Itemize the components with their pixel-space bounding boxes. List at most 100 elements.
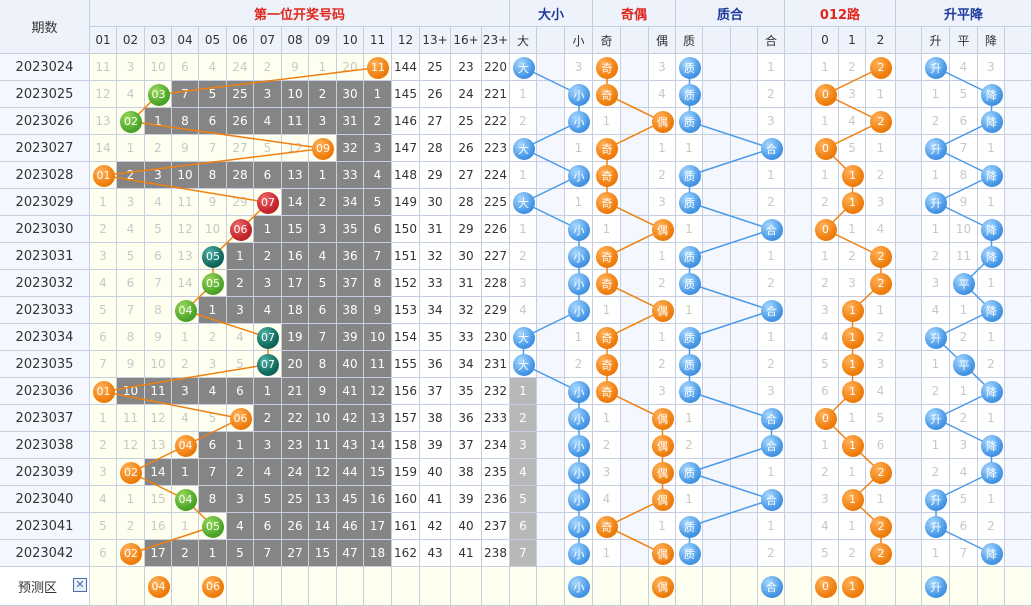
- prediction-ball: 合: [760, 575, 783, 598]
- spacer-cell: [537, 297, 565, 324]
- prediction-cell[interactable]: [227, 567, 254, 606]
- prime-cell-ball: 质: [678, 326, 701, 349]
- sub-column-header: 偶: [649, 27, 676, 54]
- spacer-cell: [537, 189, 565, 216]
- number-trend-cell: 45: [337, 486, 364, 513]
- number-trend-cell: 43: [420, 540, 451, 567]
- prediction-cell[interactable]: [117, 567, 145, 606]
- number-column-header: 02: [117, 27, 145, 54]
- prediction-cell[interactable]: [309, 567, 337, 606]
- prediction-cell[interactable]: [90, 567, 117, 606]
- number-trend-cell: 10: [117, 378, 145, 405]
- number-trend-cell: 5: [227, 540, 254, 567]
- prediction-cell[interactable]: [593, 567, 621, 606]
- parity-cell: 3: [649, 54, 676, 81]
- prediction-cell[interactable]: [364, 567, 392, 606]
- parity-cell: 3: [649, 378, 676, 405]
- prediction-cell[interactable]: [172, 567, 199, 606]
- spacer-cell: [1005, 297, 1032, 324]
- parity-cell-ball: 偶: [651, 110, 674, 133]
- spacer-cell: [731, 324, 758, 351]
- trend-cell-ball: 降: [980, 218, 1003, 241]
- number-trend-cell: 1: [309, 162, 337, 189]
- prediction-cell[interactable]: [1005, 567, 1032, 606]
- prediction-cell[interactable]: [482, 567, 510, 606]
- close-icon[interactable]: ✕: [73, 578, 87, 592]
- number-trend-cell: 11: [364, 351, 392, 378]
- period-cell: 2023041: [0, 513, 90, 540]
- trend-cell: 1: [922, 432, 950, 459]
- number-trend-cell: 4: [117, 216, 145, 243]
- number-trend-cell: 13: [282, 162, 309, 189]
- spacer-cell: [703, 513, 731, 540]
- prediction-cell[interactable]: [392, 567, 420, 606]
- prediction-cell[interactable]: [420, 567, 451, 606]
- prime-cell-ball: 质: [678, 461, 701, 484]
- prediction-cell[interactable]: [866, 567, 896, 606]
- size-cell: 3: [510, 432, 537, 459]
- number-trend-cell: 13: [172, 243, 199, 270]
- prediction-cell[interactable]: [254, 567, 282, 606]
- spacer-cell: [731, 351, 758, 378]
- number-trend-cell: 2: [90, 216, 117, 243]
- route-cell: 1: [866, 486, 896, 513]
- main-title: 第一位开奖号码: [90, 0, 510, 27]
- prediction-cell[interactable]: [676, 567, 703, 606]
- prediction-cell[interactable]: [282, 567, 309, 606]
- number-trend-cell: 10: [364, 324, 392, 351]
- spacer-cell: [785, 162, 812, 189]
- number-trend-cell: 6: [117, 270, 145, 297]
- spacer-cell: [621, 297, 649, 324]
- prime-cell-ball: 合: [760, 218, 783, 241]
- parity-cell-ball: 奇: [596, 515, 618, 538]
- number-trend-cell: 7: [90, 351, 117, 378]
- number-trend-cell: 2: [309, 189, 337, 216]
- trend-cell-ball: 降: [980, 110, 1003, 133]
- prediction-ball: 06: [202, 575, 224, 598]
- parity-cell: 1: [593, 216, 621, 243]
- prediction-cell[interactable]: [537, 567, 565, 606]
- prediction-ball: 升: [925, 575, 947, 598]
- number-trend-cell: 13: [364, 405, 392, 432]
- spacer-cell: [537, 270, 565, 297]
- prediction-cell[interactable]: [896, 567, 922, 606]
- trend-cell: 1: [922, 216, 950, 243]
- prediction-cell[interactable]: [978, 567, 1005, 606]
- spacer-cell: [731, 162, 758, 189]
- number-trend-cell: 4: [254, 297, 282, 324]
- trend-cell-ball: 平: [953, 353, 975, 376]
- spacer-cell: [703, 162, 731, 189]
- prediction-cell[interactable]: [337, 567, 364, 606]
- trend-cell-ball: 升: [925, 515, 947, 538]
- number-trend-cell: 27: [227, 135, 254, 162]
- number-trend-cell: 38: [337, 297, 364, 324]
- number-trend-cell: 47: [337, 540, 364, 567]
- trend-cell-ball: 降: [980, 461, 1003, 484]
- trend-cell: 5: [950, 81, 978, 108]
- number-trend-cell: 152: [392, 270, 420, 297]
- prediction-cell[interactable]: [510, 567, 537, 606]
- number-trend-cell: 6: [254, 513, 282, 540]
- number-trend-cell: 11: [309, 432, 337, 459]
- number-trend-cell: 14: [282, 189, 309, 216]
- prediction-cell[interactable]: [621, 567, 649, 606]
- route-cell: 5: [812, 351, 839, 378]
- number-trend-cell: 28: [451, 189, 482, 216]
- trend-cell: 2: [922, 243, 950, 270]
- prediction-cell[interactable]: [950, 567, 978, 606]
- number-trend-cell: 10: [145, 54, 172, 81]
- trend-cell-ball: 升: [925, 326, 947, 349]
- number-trend-cell: 157: [392, 405, 420, 432]
- prediction-cell[interactable]: [731, 567, 758, 606]
- sub-column-header: 降: [978, 27, 1005, 54]
- number-trend-cell: 12: [309, 459, 337, 486]
- number-trend-cell: 7: [199, 135, 227, 162]
- prediction-cell[interactable]: [451, 567, 482, 606]
- number-trend-cell: 5: [199, 81, 227, 108]
- prime-cell-ball: 合: [760, 434, 783, 457]
- prediction-cell[interactable]: [785, 567, 812, 606]
- spacer-cell: [1005, 135, 1032, 162]
- prime-cell: 3: [758, 108, 785, 135]
- route-cell: 1: [866, 81, 896, 108]
- prediction-cell[interactable]: [703, 567, 731, 606]
